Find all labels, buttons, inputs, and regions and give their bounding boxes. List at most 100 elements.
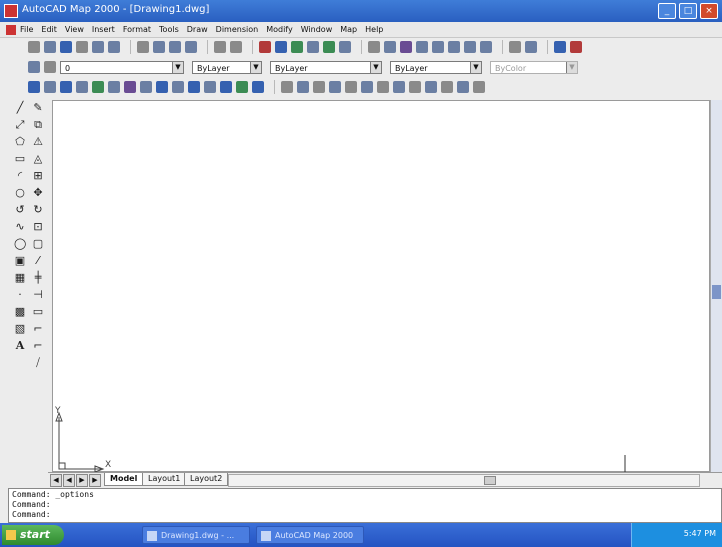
dim-ordinate-icon[interactable] (313, 81, 325, 93)
scrollbar-thumb[interactable] (712, 285, 721, 299)
hyperlink-icon[interactable] (259, 41, 271, 53)
save-icon[interactable] (60, 41, 72, 53)
dim-edit-icon[interactable] (457, 81, 469, 93)
make-layer-current-icon[interactable] (44, 61, 56, 73)
zoom-out-icon[interactable] (448, 41, 460, 53)
map-export-icon[interactable] (140, 81, 152, 93)
rotate-icon[interactable]: ↻ (32, 204, 44, 216)
menu-view[interactable]: View (65, 25, 84, 34)
close-button[interactable]: × (700, 3, 718, 19)
ellipse-icon[interactable]: ◯ (14, 238, 26, 250)
menu-help[interactable]: Help (365, 25, 383, 34)
erase-icon[interactable]: ✎ (32, 102, 44, 114)
dim-center-icon[interactable] (441, 81, 453, 93)
map-globe-icon[interactable] (252, 81, 264, 93)
mirror-icon[interactable]: ⚠ (32, 136, 44, 148)
scrollbar-thumb[interactable] (484, 476, 496, 485)
break-icon[interactable]: ▭ (32, 306, 44, 318)
map-import-icon[interactable] (156, 81, 168, 93)
insert-block-icon[interactable]: ▣ (14, 255, 26, 267)
lengthen-icon[interactable]: ⁄ (32, 255, 44, 267)
make-block-icon[interactable]: ▦ (14, 272, 26, 284)
match-properties-icon[interactable] (185, 41, 197, 53)
map-thematic-icon[interactable] (220, 81, 232, 93)
new-icon[interactable] (28, 41, 40, 53)
menu-edit[interactable]: Edit (41, 25, 57, 34)
dim-continue-icon[interactable] (393, 81, 405, 93)
chevron-down-icon[interactable]: ▼ (370, 61, 381, 73)
ucs-icon-button[interactable] (307, 41, 319, 53)
dim-tolerance-icon[interactable] (425, 81, 437, 93)
color-dropdown[interactable]: ByLayer ▼ (192, 60, 262, 74)
polygon-icon[interactable]: ▭ (14, 153, 26, 165)
horizontal-scrollbar[interactable] (228, 474, 700, 487)
zoom-all-icon[interactable] (464, 41, 476, 53)
dim-diameter-icon[interactable] (345, 81, 357, 93)
zoom-window-icon[interactable] (400, 41, 412, 53)
copy-icon[interactable] (153, 41, 165, 53)
menu-window[interactable]: Window (301, 25, 333, 34)
chamfer-icon[interactable]: ⌐ (32, 323, 44, 335)
layers-icon[interactable] (28, 61, 40, 73)
zoom-in-icon[interactable] (432, 41, 444, 53)
properties-icon[interactable] (509, 41, 521, 53)
help-icon[interactable] (554, 41, 566, 53)
map-query-icon[interactable] (28, 81, 40, 93)
chevron-down-icon[interactable]: ▼ (470, 61, 481, 73)
zoom-realtime-icon[interactable] (384, 41, 396, 53)
paste-icon[interactable] (169, 41, 181, 53)
open-icon[interactable] (44, 41, 56, 53)
point-icon[interactable]: · (14, 289, 26, 301)
named-views-icon[interactable] (323, 41, 335, 53)
map-drawing-set-icon[interactable] (172, 81, 184, 93)
fillet-icon[interactable]: ⌐ (32, 340, 44, 352)
multiline-text-icon[interactable]: A (14, 340, 26, 352)
document-icon[interactable] (6, 24, 16, 35)
lineweight-dropdown[interactable]: ByLayer ▼ (390, 60, 482, 74)
menu-map[interactable]: Map (340, 25, 357, 34)
tray-clock[interactable]: 5:47 PM (684, 529, 716, 538)
plotstyle-dropdown[interactable]: ByColor ▼ (490, 60, 578, 74)
map-execute-icon[interactable] (76, 81, 88, 93)
chevron-down-icon[interactable]: ▼ (172, 61, 183, 73)
print-preview-icon[interactable] (92, 41, 104, 53)
print-icon[interactable] (76, 41, 88, 53)
offset-icon[interactable]: ◬ (32, 153, 44, 165)
tab-next-button[interactable]: ▶ (76, 474, 88, 487)
menu-modify[interactable]: Modify (266, 25, 293, 34)
tab-layout2[interactable]: Layout2 (184, 473, 229, 486)
zoom-extents-icon[interactable] (480, 41, 492, 53)
arc-icon[interactable]: ◜ (14, 170, 26, 182)
command-line[interactable]: Command: _options Command: Command: (8, 488, 722, 523)
circle-icon[interactable]: ○ (14, 187, 26, 199)
stretch-icon[interactable]: ▢ (32, 238, 44, 250)
scale-icon[interactable]: ⊡ (32, 221, 44, 233)
design-center-icon[interactable] (525, 41, 537, 53)
tab-first-button[interactable]: ◀ (50, 474, 62, 487)
pan-icon[interactable] (368, 41, 380, 53)
map-tool-icon[interactable] (570, 41, 582, 53)
tab-model[interactable]: Model (104, 473, 144, 486)
redo-icon[interactable] (230, 41, 242, 53)
extend-icon[interactable]: ⊣ (32, 289, 44, 301)
minimize-button[interactable]: _ (658, 3, 676, 19)
map-define-query-icon[interactable] (60, 81, 72, 93)
tracking-icon[interactable] (291, 41, 303, 53)
chevron-down-icon[interactable]: ▼ (566, 61, 577, 73)
chevron-down-icon[interactable]: ▼ (250, 61, 261, 73)
copy-object-icon[interactable]: ⧉ (32, 119, 44, 131)
spline-icon[interactable]: ∿ (14, 221, 26, 233)
move-icon[interactable]: ✥ (32, 187, 44, 199)
drawing-canvas[interactable] (52, 100, 710, 472)
tab-prev-button[interactable]: ◀ (63, 474, 75, 487)
vertical-scrollbar[interactable] (710, 100, 722, 472)
line-icon[interactable]: ╱ (14, 102, 26, 114)
menu-tools[interactable]: Tools (159, 25, 179, 34)
construction-line-icon[interactable]: ⤢ (14, 119, 26, 131)
tab-last-button[interactable]: ▶ (89, 474, 101, 487)
menu-format[interactable]: Format (123, 25, 151, 34)
array-icon[interactable]: ⊞ (32, 170, 44, 182)
menu-dimension[interactable]: Dimension (216, 25, 259, 34)
polyline-icon[interactable]: ⬠ (14, 136, 26, 148)
revcloud-icon[interactable]: ↺ (14, 204, 26, 216)
